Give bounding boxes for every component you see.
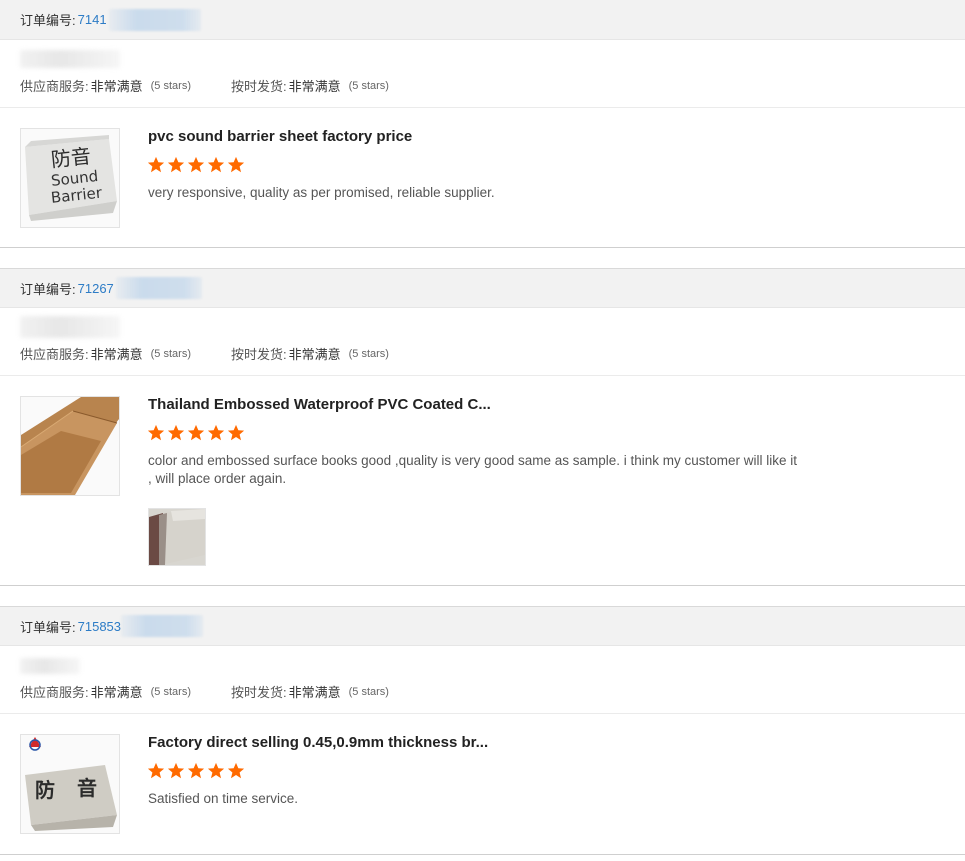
on-time-stars: (5 stars)	[348, 79, 389, 92]
redacted-order-number	[115, 277, 202, 299]
supplier-service-label: 供应商服务:	[20, 685, 89, 700]
product-title-link[interactable]: pvc sound barrier sheet factory price	[148, 128, 412, 145]
product-title-link[interactable]: Factory direct selling 0.45,0.9mm thickn…	[148, 734, 488, 751]
order-number-link[interactable]: 715853	[78, 619, 121, 634]
supplier-service-value: 非常满意	[90, 685, 143, 700]
supplier-service-label: 供应商服务:	[20, 347, 89, 362]
review-area: 防 音 Factory direct selling 0.45,0.9mm th…	[0, 714, 965, 855]
svg-text:音: 音	[77, 776, 97, 800]
review-text: Satisfied on time service.	[148, 791, 299, 806]
star-icon	[147, 156, 165, 173]
ratings-row: 供应商服务: 非常满意 (5 stars) 按时发货: 非常满意 (5 star…	[20, 682, 389, 701]
star-icon	[147, 762, 165, 779]
order-block-1: 订单编号: 7141 供应商服务: 非常满意 (5 stars) 按时发货: 非…	[0, 0, 965, 248]
review-area: 防音 Sound Barrier pvc sound barrier sheet…	[0, 108, 965, 248]
order-no-label: 订单编号:	[20, 281, 76, 297]
review-area: Thailand Embossed Waterproof PVC Coated …	[0, 376, 965, 586]
on-time-label: 按时发货:	[230, 347, 287, 362]
star-icon	[167, 762, 185, 779]
on-time-label: 按时发货:	[230, 79, 287, 94]
redacted-buyer-name	[20, 50, 120, 68]
section-gap	[0, 586, 965, 606]
product-title-link[interactable]: Thailand Embossed Waterproof PVC Coated …	[148, 396, 491, 413]
order-reviews-page: 订单编号: 7141 供应商服务: 非常满意 (5 stars) 按时发货: 非…	[0, 0, 965, 855]
supplier-rating-area: 供应商服务: 非常满意 (5 stars) 按时发货: 非常满意 (5 star…	[0, 40, 965, 108]
order-number-link[interactable]: 71267	[78, 281, 114, 296]
order-no-label: 订单编号:	[20, 619, 76, 635]
order-header: 订单编号: 7141	[0, 0, 965, 40]
star-icon	[187, 424, 205, 441]
redacted-order-number	[108, 8, 201, 31]
rating-stars	[147, 156, 245, 174]
order-block-3: 订单编号: 715853 供应商服务: 非常满意 (5 stars) 按时发货:…	[0, 606, 965, 855]
ratings-row: 供应商服务: 非常满意 (5 stars) 按时发货: 非常满意 (5 star…	[20, 344, 389, 363]
supplier-rating-area: 供应商服务: 非常满意 (5 stars) 按时发货: 非常满意 (5 star…	[0, 646, 965, 714]
star-icon	[207, 424, 225, 441]
star-icon	[207, 762, 225, 779]
star-icon	[187, 156, 205, 173]
redacted-buyer-name	[20, 316, 120, 338]
supplier-service-stars: (5 stars)	[150, 79, 191, 92]
on-time-label: 按时发货:	[230, 685, 287, 700]
on-time-stars: (5 stars)	[348, 685, 389, 698]
pvc-roll-icon	[21, 397, 119, 495]
on-time-value: 非常满意	[288, 347, 341, 362]
sound-barrier-sheet-logo-photo[interactable]: 防 音	[20, 734, 120, 834]
supplier-service-value: 非常满意	[90, 347, 143, 362]
sound-barrier-sheet-icon: 防音 Sound Barrier	[21, 129, 119, 227]
fabric-sample-icon	[149, 509, 205, 565]
star-icon	[167, 424, 185, 441]
supplier-service-stars: (5 stars)	[150, 347, 191, 360]
redacted-buyer-name	[20, 658, 80, 674]
star-icon	[227, 156, 245, 173]
on-time-value: 非常满意	[288, 79, 341, 94]
review-text: very responsive, quality as per promised…	[148, 185, 495, 200]
fabric-sample-photo[interactable]	[148, 508, 206, 566]
supplier-service-value: 非常满意	[90, 79, 143, 94]
star-icon	[207, 156, 225, 173]
section-gap	[0, 248, 965, 268]
sound-barrier-sheet-photo[interactable]: 防音 Sound Barrier	[20, 128, 120, 228]
supplier-service-stars: (5 stars)	[150, 685, 191, 698]
sound-barrier-logo-icon: 防 音	[21, 735, 119, 833]
star-icon	[227, 424, 245, 441]
order-number-link[interactable]: 7141	[78, 12, 107, 27]
ratings-row: 供应商服务: 非常满意 (5 stars) 按时发货: 非常满意 (5 star…	[20, 76, 389, 95]
order-block-2: 订单编号: 71267 供应商服务: 非常满意 (5 stars) 按时发货: …	[0, 268, 965, 586]
review-text: color and embossed surface books good ,q…	[148, 453, 798, 486]
order-header: 订单编号: 715853	[0, 606, 965, 646]
brown-pvc-roll-photo[interactable]	[20, 396, 120, 496]
supplier-rating-area: 供应商服务: 非常满意 (5 stars) 按时发货: 非常满意 (5 star…	[0, 308, 965, 376]
rating-stars	[147, 424, 245, 442]
star-icon	[147, 424, 165, 441]
order-header: 订单编号: 71267	[0, 268, 965, 308]
order-no-label: 订单编号:	[20, 13, 76, 28]
supplier-service-label: 供应商服务:	[20, 79, 89, 94]
star-icon	[187, 762, 205, 779]
redacted-order-number	[121, 615, 204, 637]
star-icon	[227, 762, 245, 779]
svg-text:防: 防	[35, 778, 55, 802]
rating-stars	[147, 762, 245, 780]
on-time-stars: (5 stars)	[348, 347, 389, 360]
on-time-value: 非常满意	[288, 685, 341, 700]
star-icon	[167, 156, 185, 173]
